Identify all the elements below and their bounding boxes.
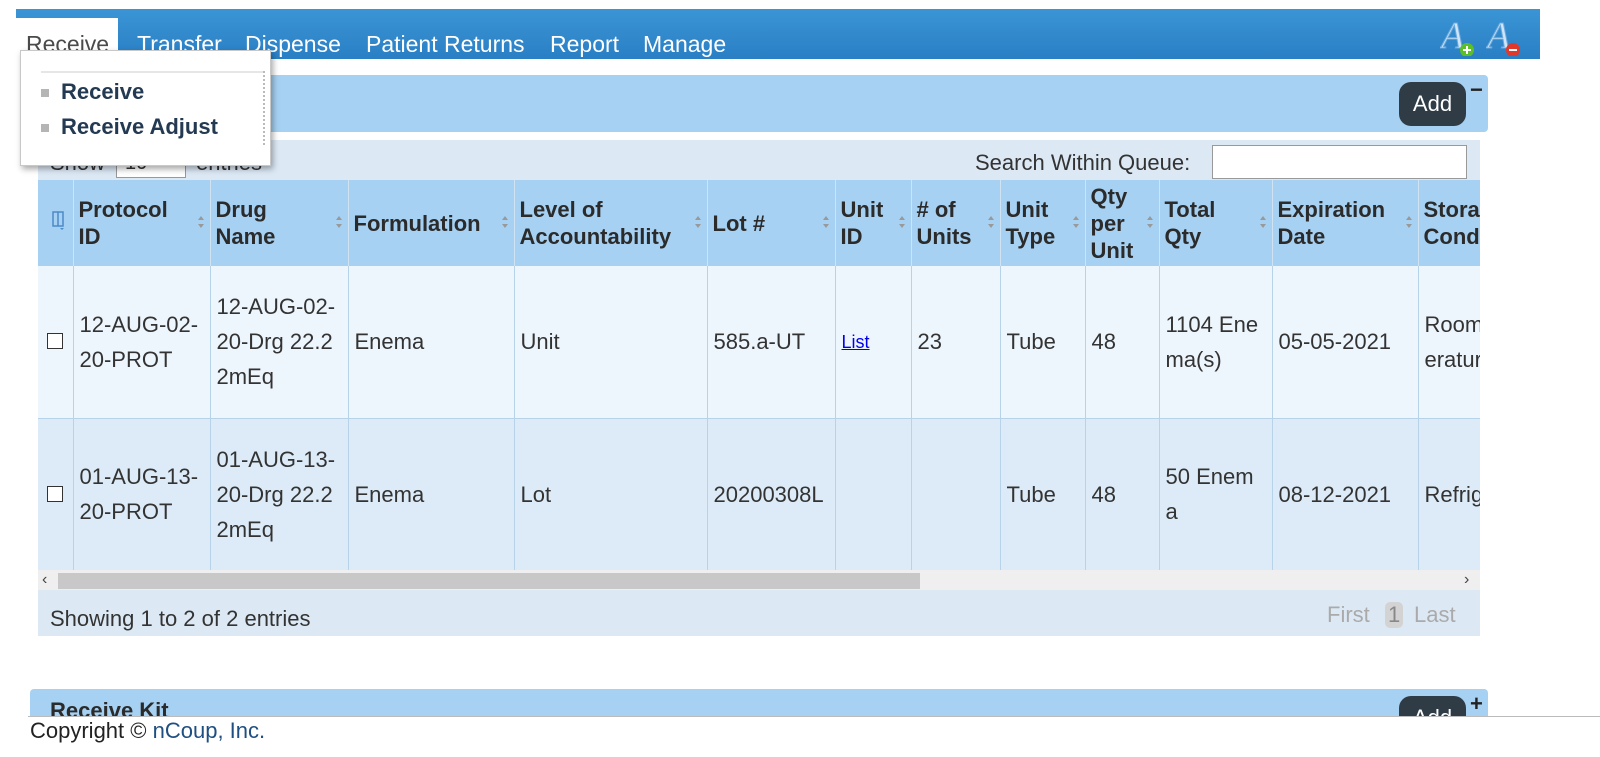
header-label: Protocol ID <box>78 197 168 249</box>
receive-dropdown-menu: Receive Receive Adjust <box>20 50 271 166</box>
sort-icon <box>197 216 204 228</box>
sort-icon <box>1405 216 1412 228</box>
receive-queue-table-wrapper: Show 10 entries Search Within Queue: Pro… <box>38 140 1480 636</box>
cell-total-qty: 1104 Enema(s) <box>1159 266 1273 419</box>
cell-formulation: Enema <box>348 418 515 570</box>
cell-units: 23 <box>911 266 1001 419</box>
sort-icon <box>1072 216 1079 228</box>
header-label: # of Units <box>916 197 972 249</box>
cell-storage: Room Temperature <box>1418 266 1480 419</box>
header-unit-type[interactable]: Unit Type <box>1000 180 1086 266</box>
sort-icon <box>1146 216 1153 228</box>
header-number-of-units[interactable]: # of Units <box>911 180 1001 266</box>
header-protocol-id[interactable]: Protocol ID <box>73 180 211 266</box>
sort-icon <box>1259 216 1266 228</box>
copyright-text: Copyright © <box>30 718 147 743</box>
font-increase-icon[interactable]: A <box>1438 14 1480 58</box>
cell-lot: 20200308L <box>707 418 836 570</box>
bullet-icon <box>41 89 49 97</box>
collapse-toggle[interactable]: − <box>1470 77 1483 103</box>
header-label: Level of Accountability <box>519 197 672 249</box>
add-button[interactable]: Add <box>1399 82 1466 126</box>
table-info: Showing 1 to 2 of 2 entries <box>50 606 311 631</box>
header-qty-per-unit[interactable]: Qty per Unit <box>1085 180 1160 266</box>
nav-patient-returns[interactable]: Patient Returns <box>366 19 525 59</box>
table-header-row: Protocol ID Drug Name Formulation Level … <box>38 180 1480 266</box>
header-label: Unit Type <box>1005 197 1056 249</box>
sort-icon <box>335 216 342 228</box>
header-label: Formulation <box>353 210 481 236</box>
cell-expiration: 08-12-2021 <box>1272 418 1419 570</box>
receive-queue-table: Protocol ID Drug Name Formulation Level … <box>38 180 1480 570</box>
cell-protocol-id: 12-AUG-02-20-PROT <box>73 266 211 419</box>
row-select-cell <box>38 418 74 570</box>
header-total-qty[interactable]: Total Qty <box>1159 180 1273 266</box>
company-link[interactable]: nCoup, Inc. <box>153 718 266 743</box>
table-viewport: Protocol ID Drug Name Formulation Level … <box>38 180 1480 570</box>
scroll-right-icon[interactable]: › <box>1464 570 1469 590</box>
cell-total-qty: 50 Enema <box>1159 418 1273 570</box>
cell-unit-id <box>835 418 912 570</box>
row-checkbox[interactable] <box>47 485 64 502</box>
cell-unit-type: Tube <box>1000 266 1086 419</box>
search-input[interactable] <box>1212 145 1467 179</box>
pager-page-1[interactable]: 1 <box>1385 602 1404 628</box>
cell-drug-name: 01-AUG-13-20-Drg 22.22mEq <box>210 418 349 570</box>
cell-level: Lot <box>514 418 708 570</box>
table-row[interactable]: 01-AUG-13-20-PROT 01-AUG-13-20-Drg 22.22… <box>38 418 1480 570</box>
bullet-icon <box>41 124 49 132</box>
cell-protocol-id: 01-AUG-13-20-PROT <box>73 418 211 570</box>
header-lot-number[interactable]: Lot # <box>707 180 836 266</box>
dropdown-divider <box>41 71 263 73</box>
sort-icon <box>898 216 905 228</box>
sort-icon <box>501 216 508 228</box>
row-checkbox[interactable] <box>47 333 64 350</box>
cell-qty-per-unit: 48 <box>1085 266 1160 419</box>
header-expiration-date[interactable]: Expiration Date <box>1272 180 1419 266</box>
nav-manage[interactable]: Manage <box>643 19 726 59</box>
sort-icon <box>694 216 701 228</box>
header-label: Unit ID <box>840 197 884 249</box>
cell-level: Unit <box>514 266 708 419</box>
header-label: Lot # <box>712 210 766 236</box>
sort-icon <box>987 216 994 228</box>
column-chooser-icon[interactable] <box>38 180 74 266</box>
cell-expiration: 05-05-2021 <box>1272 266 1419 419</box>
cell-units <box>911 418 1001 570</box>
font-decrease-icon[interactable]: A <box>1484 14 1526 58</box>
nav-report[interactable]: Report <box>550 19 619 59</box>
menu-item-receive-adjust[interactable]: Receive Adjust <box>61 114 218 140</box>
cell-drug-name: 12-AUG-02-20-Drg 22.22mEq <box>210 266 349 419</box>
header-formulation[interactable]: Formulation <box>348 180 515 266</box>
cell-unit-id: List <box>835 266 912 419</box>
horizontal-scrollbar[interactable]: ‹ › <box>38 570 1480 590</box>
sort-icon <box>822 216 829 228</box>
cell-storage: Refrigerated <box>1418 418 1480 570</box>
header-label: Qty per Unit <box>1090 183 1134 263</box>
header-unit-id[interactable]: Unit ID <box>835 180 912 266</box>
search-label: Search Within Queue: <box>975 150 1191 175</box>
header-level-of-accountability[interactable]: Level of Accountability <box>514 180 708 266</box>
expand-toggle[interactable]: + <box>1470 691 1483 717</box>
header-label: Expiration Date <box>1277 197 1386 249</box>
cell-qty-per-unit: 48 <box>1085 418 1160 570</box>
header-label: Drug Name <box>215 197 276 249</box>
pager-last[interactable]: Last <box>1414 602 1456 628</box>
table-row[interactable]: 12-AUG-02-20-PROT 12-AUG-02-20-Drg 22.22… <box>38 266 1480 419</box>
row-select-cell <box>38 266 74 419</box>
page-footer: Copyright © nCoup, Inc. <box>28 716 1600 757</box>
unit-list-link[interactable]: List <box>842 332 870 352</box>
pager-first[interactable]: First <box>1327 602 1370 628</box>
menu-item-receive[interactable]: Receive <box>61 79 144 105</box>
header-storage-conditions[interactable]: Storage Conditions <box>1418 180 1480 266</box>
cell-formulation: Enema <box>348 266 515 419</box>
dropdown-divider <box>263 71 265 145</box>
scrollbar-thumb[interactable] <box>58 573 920 589</box>
scroll-left-icon[interactable]: ‹ <box>42 570 47 590</box>
cell-lot: 585.a-UT <box>707 266 836 419</box>
header-drug-name[interactable]: Drug Name <box>210 180 349 266</box>
header-label: Storage Conditions <box>1423 197 1481 249</box>
header-label: Total Qty <box>1164 197 1216 249</box>
cell-unit-type: Tube <box>1000 418 1086 570</box>
